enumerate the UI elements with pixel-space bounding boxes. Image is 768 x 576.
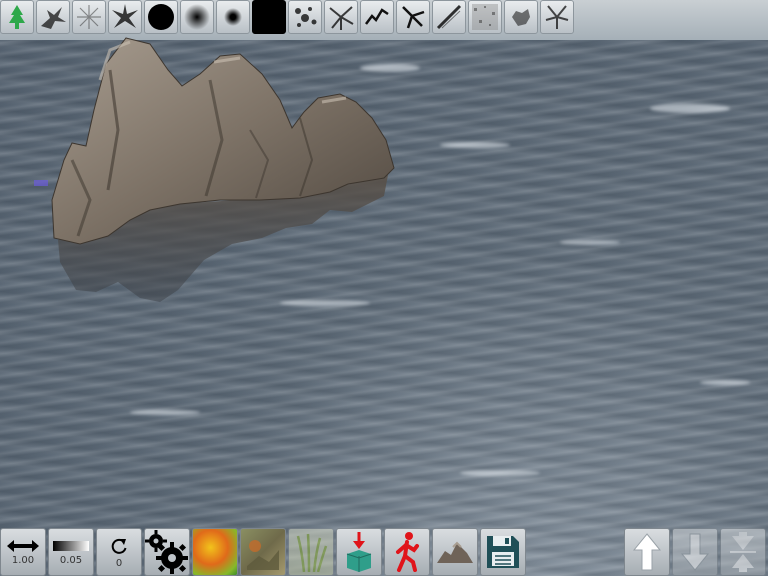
vein-brush-icon[interactable] [396, 0, 430, 34]
spike-brush-icon[interactable] [540, 0, 574, 34]
bottom-toolbar: 1.00 0.05 0 [0, 528, 768, 576]
rock-island [34, 37, 395, 302]
noise-brush-icon[interactable] [468, 0, 502, 34]
brush-palette [0, 0, 576, 34]
burst-brush-icon[interactable] [324, 0, 358, 34]
place-object-button[interactable] [336, 528, 382, 576]
rotate-icon [111, 538, 127, 554]
heightmap-paint-button[interactable] [192, 528, 238, 576]
splat-brush-icon[interactable] [36, 0, 70, 34]
frost-brush-icon[interactable] [72, 0, 106, 34]
streak-brush-icon[interactable] [432, 0, 466, 34]
horizontal-arrows-icon [7, 539, 39, 552]
gears-icon [145, 530, 188, 574]
ground-texture-icon [247, 540, 279, 570]
flatten-button[interactable] [720, 528, 766, 576]
save-button[interactable] [480, 528, 526, 576]
walk-mode-icon [396, 532, 419, 572]
tree-brush-icon[interactable] [0, 0, 34, 34]
floppy-disk-icon [487, 536, 519, 568]
walk-mode-button[interactable] [384, 528, 430, 576]
brush-strength-button[interactable]: 0.05 [48, 528, 94, 576]
marker [34, 180, 48, 186]
small-round-brush-icon[interactable] [216, 0, 250, 34]
rough-brush-icon[interactable] [504, 0, 538, 34]
arrow-up-icon [632, 533, 662, 571]
brush-rotation-value: 0 [115, 557, 123, 569]
terrain-button[interactable] [432, 528, 478, 576]
gradient-icon [53, 540, 89, 551]
terrain-icon [437, 541, 473, 563]
brush-strength-value: 0.05 [59, 554, 83, 566]
settings-button[interactable] [144, 528, 190, 576]
hard-round-brush-icon[interactable] [144, 0, 178, 34]
arrow-down-icon [680, 533, 710, 571]
brush-size-button[interactable]: 1.00 [0, 528, 46, 576]
grass-button[interactable] [288, 528, 334, 576]
lower-button[interactable] [672, 528, 718, 576]
grass-icon [296, 533, 328, 572]
terrain-viewport[interactable] [0, 0, 768, 576]
place-object-icon [346, 532, 372, 572]
ground-texture-button[interactable] [240, 528, 286, 576]
crack-brush-icon[interactable] [360, 0, 394, 34]
brush-rotation-button[interactable]: 0 [96, 528, 142, 576]
black-square-brush-icon[interactable] [252, 0, 286, 34]
star-brush-icon[interactable] [108, 0, 142, 34]
soft-round-brush-icon[interactable] [180, 0, 214, 34]
flatten-icon [730, 532, 756, 572]
scatter-brush-icon[interactable] [288, 0, 322, 34]
raise-button[interactable] [624, 528, 670, 576]
brush-size-value: 1.00 [11, 554, 35, 566]
